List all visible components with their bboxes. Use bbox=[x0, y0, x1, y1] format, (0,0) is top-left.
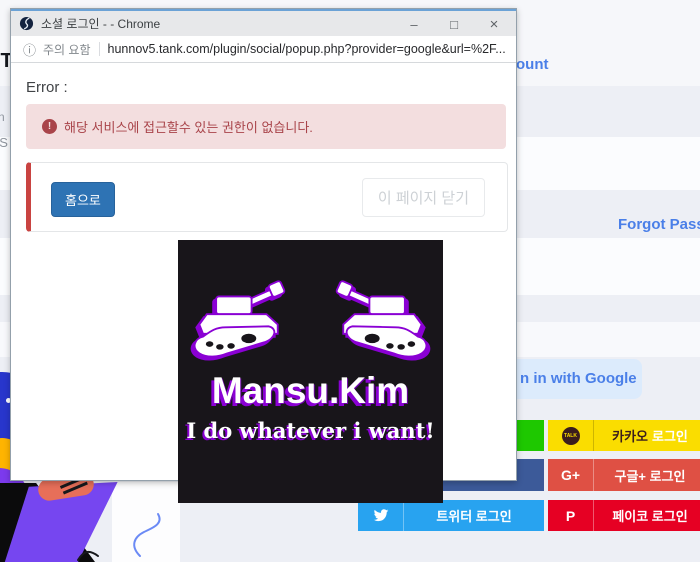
tank-icon-left bbox=[190, 264, 302, 370]
kakao-action-label: 로그인 bbox=[652, 426, 688, 445]
close-page-button[interactable]: 이 페이지 닫기 bbox=[362, 178, 485, 217]
alert-exclamation-icon: ! bbox=[42, 119, 57, 134]
google-signin-label: n in with Google bbox=[520, 370, 637, 387]
bg-left-text-fragment-1: : In bbox=[0, 110, 5, 124]
kakao-brand-label: 카카오 bbox=[612, 426, 648, 445]
alert-message: 해당 서비스에 접근할수 있는 권한이 없습니다. bbox=[64, 117, 313, 136]
home-button[interactable]: 홈으로 bbox=[51, 182, 115, 217]
twitter-label: 트위터 로그인 bbox=[436, 506, 511, 525]
illustration-blue-squiggle bbox=[118, 510, 164, 562]
minimize-button[interactable]: – bbox=[394, 11, 434, 38]
error-alert: ! 해당 서비스에 접근할수 있는 권한이 없습니다. bbox=[26, 104, 506, 149]
window-titlebar[interactable]: 소셜 로그인 - - Chrome – □ × bbox=[11, 9, 516, 36]
illustration-black-squiggle bbox=[76, 548, 100, 562]
create-account-link-fragment[interactable]: ount bbox=[516, 56, 548, 73]
error-heading: Error : bbox=[26, 79, 68, 96]
social-button-twitter[interactable]: 트위터 로그인 bbox=[358, 500, 544, 531]
security-warning-label: 주의 요함 bbox=[43, 41, 91, 58]
kakao-talk-icon: TALK bbox=[548, 420, 594, 451]
payco-icon: P bbox=[548, 500, 594, 531]
bg-left-text-fragment-2: aS bbox=[0, 135, 8, 150]
watermark-subtitle: I do whatever i want! bbox=[178, 418, 443, 443]
address-divider bbox=[99, 42, 100, 56]
site-info-icon[interactable]: ⓘ bbox=[23, 40, 36, 59]
watermark-image: Mansu.Kim I do whatever i want! bbox=[178, 240, 443, 503]
address-bar[interactable]: ⓘ 주의 요함 hunnov5.tank.com/plugin/social/p… bbox=[11, 36, 516, 63]
social-button-payco[interactable]: P 페이코 로그인 bbox=[548, 500, 700, 531]
url-text[interactable]: hunnov5.tank.com/plugin/social/popup.php… bbox=[108, 42, 506, 56]
watermark-title: Mansu.Kim bbox=[178, 370, 443, 412]
window-title: 소셜 로그인 - - Chrome bbox=[41, 15, 160, 32]
maximize-button[interactable]: □ bbox=[434, 11, 474, 38]
globe-favicon-icon bbox=[19, 16, 34, 31]
tank-icon-right bbox=[319, 264, 431, 370]
social-button-kakao[interactable]: TALK 카카오 로그인 bbox=[548, 420, 700, 451]
social-button-googleplus[interactable]: G+ 구글+ 로그인 bbox=[548, 459, 700, 491]
forgot-password-link-fragment[interactable]: Forgot Passw bbox=[618, 216, 700, 233]
googleplus-label: 구글+ 로그인 bbox=[614, 466, 685, 485]
action-card: 홈으로 이 페이지 닫기 bbox=[26, 162, 508, 232]
twitter-bird-icon bbox=[358, 500, 404, 531]
payco-label: 페이코 로그인 bbox=[612, 506, 687, 525]
close-window-button[interactable]: × bbox=[474, 11, 514, 38]
googleplus-icon: G+ bbox=[548, 459, 594, 491]
